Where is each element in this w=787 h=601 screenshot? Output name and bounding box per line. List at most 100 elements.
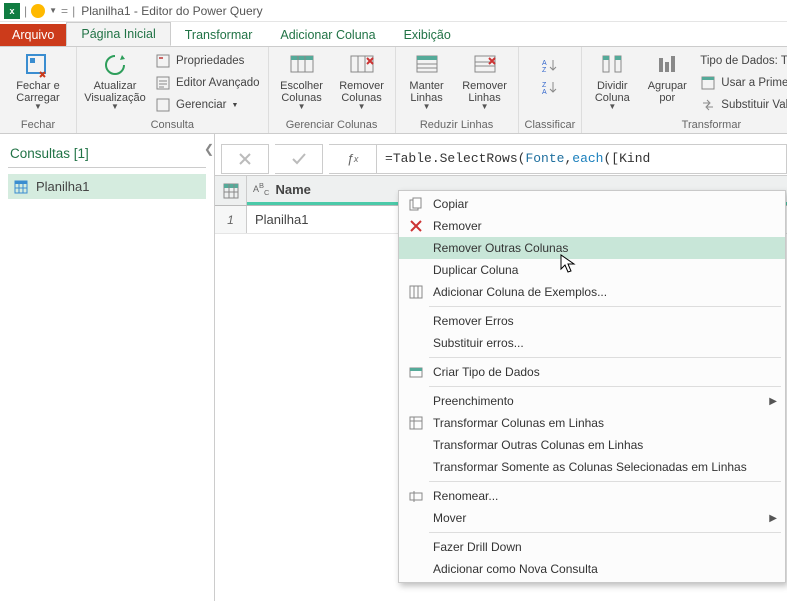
data-type-button[interactable]: Tipo de Dados: Tabela ▼ <box>698 51 787 71</box>
choose-columns-icon <box>287 51 317 79</box>
keep-rows-button[interactable]: Manter Linhas ▼ <box>402 49 452 110</box>
first-row-header-button[interactable]: Usar a Primeira Linha <box>698 73 787 93</box>
tab-add-column[interactable]: Adicionar Coluna <box>266 24 389 46</box>
svg-text:A: A <box>542 60 547 67</box>
menu-remove-other-columns[interactable]: Remover Outras Colunas <box>399 237 785 259</box>
menu-create-data-type[interactable]: Criar Tipo de Dados <box>399 361 785 383</box>
refresh-preview-button[interactable]: Atualizar Visualização ▼ <box>83 49 147 110</box>
submenu-arrow-icon: ▶ <box>769 396 777 407</box>
table-icon <box>14 180 28 194</box>
sort-desc-icon: ZA <box>542 79 558 95</box>
chevron-down-icon: ▼ <box>298 105 306 110</box>
sort-asc-icon: AZ <box>542 57 558 73</box>
remove-rows-button[interactable]: Remover Linhas ▼ <box>458 49 512 110</box>
query-item[interactable]: Planilha1 <box>8 174 206 199</box>
chevron-down-icon: ▼ <box>423 105 431 110</box>
chevron-down-icon: ▼ <box>608 105 616 110</box>
add-example-icon <box>405 284 427 300</box>
header-row-icon <box>700 75 716 91</box>
qat-dropdown-icon[interactable]: ▼ <box>49 6 57 15</box>
manage-icon <box>155 97 171 113</box>
chevron-down-icon: ▼ <box>358 105 366 110</box>
group-sort: AZ ZA Classificar <box>519 47 583 133</box>
chevron-down-icon: ▼ <box>481 105 489 110</box>
title-bar: x | ▼ = | Planilha1 - Editor do Power Qu… <box>0 0 787 22</box>
properties-button[interactable]: Propriedades <box>153 51 262 71</box>
type-icon: ABC <box>253 181 269 197</box>
svg-text:A: A <box>542 89 547 94</box>
rename-icon <box>405 488 427 504</box>
menu-unpivot-columns[interactable]: Transformar Colunas em Linhas <box>399 412 785 434</box>
menu-rename[interactable]: Renomear... <box>399 485 785 507</box>
formula-bar: ƒx = Table.SelectRows ( Fonte , each ([K… <box>215 142 787 176</box>
svg-text:Z: Z <box>542 82 547 89</box>
excel-icon: x <box>4 3 20 19</box>
menu-add-as-new-query[interactable]: Adicionar como Nova Consulta <box>399 558 785 580</box>
menu-fill[interactable]: Preenchimento▶ <box>399 390 785 412</box>
refresh-icon <box>100 51 130 79</box>
properties-icon <box>155 53 171 69</box>
close-load-icon <box>23 51 53 79</box>
menu-replace-errors[interactable]: Substituir erros... <box>399 332 785 354</box>
menu-copy[interactable]: Copiar <box>399 193 785 215</box>
submenu-arrow-icon: ▶ <box>769 513 777 524</box>
replace-icon <box>700 97 716 113</box>
sort-desc-button[interactable]: ZA <box>540 77 560 97</box>
collapse-pane-icon[interactable]: ❮ <box>202 140 216 158</box>
menu-remove-errors[interactable]: Remover Erros <box>399 310 785 332</box>
advanced-editor-button[interactable]: Editor Avançado <box>153 73 262 93</box>
group-query: Atualizar Visualização ▼ Propriedades Ed… <box>77 47 269 133</box>
remove-rows-icon <box>470 51 500 79</box>
formula-input[interactable]: = Table.SelectRows ( Fonte , each ([Kind <box>377 144 787 174</box>
editor-icon <box>155 75 171 91</box>
unpivot-icon <box>405 415 427 431</box>
chevron-down-icon: ▼ <box>111 105 119 110</box>
copy-icon <box>405 196 427 212</box>
ribbon-tabs: Arquivo Página Inicial Transformar Adici… <box>0 22 787 46</box>
menu-add-column-from-examples[interactable]: Adicionar Coluna de Exemplos... <box>399 281 785 303</box>
grid-corner[interactable] <box>215 176 247 205</box>
data-type-icon <box>405 364 427 380</box>
group-reduce-rows: Manter Linhas ▼ Remover Linhas ▼ Reduzir… <box>396 47 519 133</box>
chevron-down-icon: ▼ <box>232 102 239 109</box>
menu-duplicate-column[interactable]: Duplicar Coluna <box>399 259 785 281</box>
group-by-button[interactable]: Agrupar por <box>642 49 692 104</box>
group-manage-columns: Escolher Colunas ▼ Remover Colunas ▼ Ger… <box>269 47 396 133</box>
manage-button[interactable]: Gerenciar ▼ <box>153 95 262 115</box>
tab-home[interactable]: Página Inicial <box>66 22 170 46</box>
sort-asc-button[interactable]: AZ <box>540 55 560 75</box>
split-column-button[interactable]: Dividir Coluna ▼ <box>588 49 636 110</box>
replace-values-button[interactable]: Substituir Valores <box>698 95 787 115</box>
svg-text:Z: Z <box>542 67 547 72</box>
tab-view[interactable]: Exibição <box>390 24 465 46</box>
remove-columns-icon <box>347 51 377 79</box>
close-and-load-button[interactable]: Fechar e Carregar ▼ <box>6 49 70 110</box>
row-number: 1 <box>215 206 247 233</box>
column-context-menu: Copiar Remover Remover Outras Colunas Du… <box>398 190 786 583</box>
group-by-icon <box>652 51 682 79</box>
cancel-formula-button[interactable] <box>221 144 269 174</box>
menu-remove[interactable]: Remover <box>399 215 785 237</box>
remove-icon <box>405 218 427 234</box>
menu-drill-down[interactable]: Fazer Drill Down <box>399 536 785 558</box>
keep-rows-icon <box>412 51 442 79</box>
tab-file[interactable]: Arquivo <box>0 24 66 46</box>
menu-unpivot-selected-columns[interactable]: Transformar Somente as Colunas Seleciona… <box>399 456 785 478</box>
split-column-icon <box>597 51 627 79</box>
accept-formula-button[interactable] <box>275 144 323 174</box>
menu-move[interactable]: Mover▶ <box>399 507 785 529</box>
face-icon <box>31 4 45 18</box>
chevron-down-icon: ▼ <box>34 105 42 110</box>
remove-columns-button[interactable]: Remover Colunas ▼ <box>335 49 389 110</box>
query-item-label: Planilha1 <box>36 179 90 194</box>
tab-transform[interactable]: Transformar <box>171 24 267 46</box>
group-transform: Dividir Coluna ▼ Agrupar por Tipo de Dad… <box>582 47 787 133</box>
menu-unpivot-other-columns[interactable]: Transformar Outras Colunas em Linhas <box>399 434 785 456</box>
queries-pane: Consultas [1] Planilha1 ❮ <box>0 134 215 601</box>
ribbon: Fechar e Carregar ▼ Fechar Atualizar Vis… <box>0 46 787 134</box>
window-title: Planilha1 - Editor do Power Query <box>81 4 262 18</box>
fx-icon[interactable]: ƒx <box>329 144 377 174</box>
group-close: Fechar e Carregar ▼ Fechar <box>0 47 77 133</box>
choose-columns-button[interactable]: Escolher Colunas ▼ <box>275 49 329 110</box>
queries-title: Consultas [1] <box>8 144 206 168</box>
